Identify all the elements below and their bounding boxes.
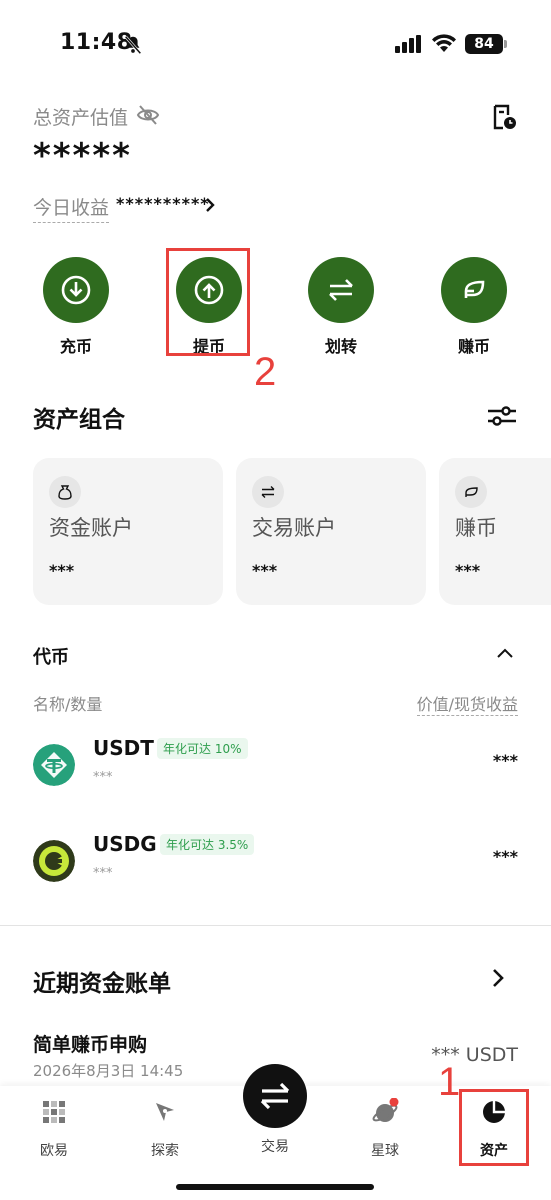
swap-icon (252, 476, 284, 508)
section-divider (0, 925, 551, 926)
bell-muted-icon (124, 35, 142, 55)
tab-label: 星球 (371, 1143, 399, 1159)
annotation-box-assets (459, 1089, 529, 1166)
card-name: 资金账户 (49, 516, 133, 540)
leaf-icon (455, 476, 487, 508)
usdg-coin-icon (33, 840, 75, 882)
tab-explore[interactable]: 探索 (130, 1098, 200, 1160)
battery-indicator: 84 (465, 34, 507, 54)
deposit-label: 充币 (59, 337, 92, 356)
trading-account-card[interactable]: 交易账户 *** (236, 458, 426, 605)
home-indicator (176, 1184, 374, 1190)
funding-account-card[interactable]: 资金账户 *** (33, 458, 223, 605)
chevron-right-icon[interactable] (203, 196, 217, 214)
chevron-up-icon[interactable] (495, 645, 515, 661)
deposit-icon (43, 257, 109, 323)
annotation-box-withdraw (166, 248, 250, 356)
token-value: *** (492, 751, 518, 770)
okx-icon (43, 1101, 65, 1123)
compass-icon (156, 1103, 174, 1121)
settings-sliders-icon[interactable] (486, 402, 518, 430)
bill-history-icon[interactable] (490, 103, 518, 131)
annotation-number-1: 1 (438, 1060, 461, 1104)
tokens-title: 代币 (33, 647, 69, 668)
usdt-coin-icon (33, 744, 75, 786)
transfer-button[interactable]: 划转 (296, 257, 386, 357)
card-value: *** (49, 561, 75, 580)
signal-icon (395, 35, 421, 53)
recent-bills-title: 近期资金账单 (33, 971, 171, 997)
token-name: USDG (93, 832, 157, 856)
money-bag-icon (49, 476, 81, 508)
transfer-label: 划转 (324, 337, 357, 356)
tab-trade-label: 交易 (261, 1139, 289, 1155)
tab-planet[interactable]: 星球 (350, 1097, 420, 1160)
bill-item-title[interactable]: 简单赚币申购 (33, 1030, 147, 1057)
earn-icon (441, 257, 507, 323)
tab-okx[interactable]: 欧易 (19, 1098, 89, 1160)
tab-trade[interactable] (243, 1064, 307, 1128)
token-row-usdg[interactable]: USDG 年化可达 3.5% *** *** (0, 824, 551, 904)
apy-badge: 年化可达 3.5% (160, 834, 255, 855)
column-value-pnl[interactable]: 价值/现货收益 (416, 691, 518, 716)
total-assets-label: 总资产估值 (33, 107, 129, 129)
wifi-icon (432, 34, 456, 52)
eye-off-icon[interactable] (136, 104, 160, 126)
bill-item-date: 2026年8月3日 14:45 (33, 1062, 184, 1080)
card-value: *** (455, 561, 481, 580)
transfer-icon (308, 257, 374, 323)
token-quantity: *** (93, 770, 113, 785)
token-quantity: *** (93, 866, 113, 881)
earn-button[interactable]: 赚币 (429, 257, 519, 357)
apy-badge: 年化可达 10% (157, 738, 248, 759)
today-earnings-label[interactable]: 今日收益 (33, 193, 110, 223)
annotation-number-2: 2 (254, 350, 277, 394)
card-value: *** (252, 561, 278, 580)
token-value: *** (492, 847, 518, 866)
deposit-button[interactable]: 充币 (31, 257, 121, 357)
token-row-usdt[interactable]: USDT 年化可达 10% *** *** (0, 728, 551, 808)
total-assets-value: ***** (33, 136, 132, 176)
card-name: 赚币 (455, 516, 497, 540)
token-name: USDT (93, 736, 154, 760)
chevron-right-icon[interactable] (490, 966, 506, 990)
earn-account-card[interactable]: 赚币 *** (439, 458, 551, 605)
today-earnings-value: ********** (116, 194, 210, 213)
column-name-qty: 名称/数量 (33, 695, 103, 714)
portfolio-title: 资产组合 (33, 407, 125, 433)
earn-label: 赚币 (457, 337, 490, 356)
card-name: 交易账户 (252, 516, 336, 540)
tab-label: 欧易 (40, 1143, 68, 1159)
planet-icon (372, 1097, 399, 1122)
tab-label: 探索 (151, 1143, 179, 1159)
trade-icon (260, 1082, 290, 1110)
